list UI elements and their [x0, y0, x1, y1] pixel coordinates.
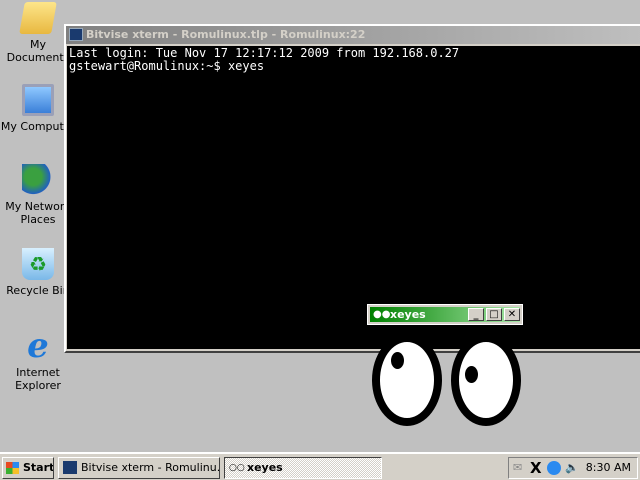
left-pupil [391, 352, 404, 369]
close-button[interactable]: ✕ [504, 308, 520, 321]
x-server-icon[interactable]: X [530, 458, 542, 478]
taskbar: Start Bitvise xterm - Romulinu... ○○ xey… [0, 452, 640, 480]
minimize-button[interactable]: _ [468, 308, 484, 321]
bitvise-icon [63, 461, 77, 474]
left-eye [372, 334, 442, 426]
network-tray-icon[interactable]: ✉ [513, 458, 522, 478]
right-eye [451, 334, 521, 426]
xeyes-title: xeyes [390, 308, 426, 321]
terminal-output[interactable]: Last login: Tue Nov 17 12:17:12 2009 fro… [67, 46, 640, 349]
bitvise-icon [69, 28, 83, 41]
clock[interactable]: 8:30 AM [586, 458, 631, 478]
task-xterm[interactable]: Bitvise xterm - Romulinu... [58, 457, 220, 479]
computer-icon [22, 84, 54, 116]
system-tray: ✉ X 🔈 8:30 AM [508, 457, 638, 479]
bitvise-tray-icon[interactable] [547, 461, 561, 475]
xterm-window[interactable]: Bitvise xterm - Romulinux.tlp - Romulinu… [64, 24, 640, 353]
volume-icon[interactable]: 🔈 [565, 458, 579, 478]
network-icon [22, 164, 54, 196]
task-label: xeyes [247, 461, 283, 474]
start-button[interactable]: Start [2, 457, 54, 479]
windows-logo-icon [6, 462, 19, 474]
task-xeyes[interactable]: ○○ xeyes [224, 457, 382, 479]
xterm-titlebar[interactable]: Bitvise xterm - Romulinux.tlp - Romulinu… [66, 26, 640, 44]
xeyes-icon: ○○ [229, 463, 245, 473]
xeyes-window-frame[interactable]: ●● xeyes _ □ ✕ [367, 304, 523, 325]
xeyes-titlebar[interactable]: ●● xeyes _ □ ✕ [370, 307, 520, 322]
folder-icon [19, 2, 57, 34]
recycle-bin-icon: ♻ [22, 248, 54, 280]
terminal-line: gstewart@Romulinux:~$ xeyes [69, 59, 265, 73]
maximize-button[interactable]: □ [486, 308, 502, 321]
ie-icon: e [27, 326, 49, 366]
start-label: Start [23, 461, 54, 474]
xeyes-icon: ●● [373, 309, 391, 320]
task-label: Bitvise xterm - Romulinu... [81, 461, 220, 474]
right-pupil [465, 366, 478, 383]
xterm-title: Bitvise xterm - Romulinux.tlp - Romulinu… [86, 28, 366, 41]
